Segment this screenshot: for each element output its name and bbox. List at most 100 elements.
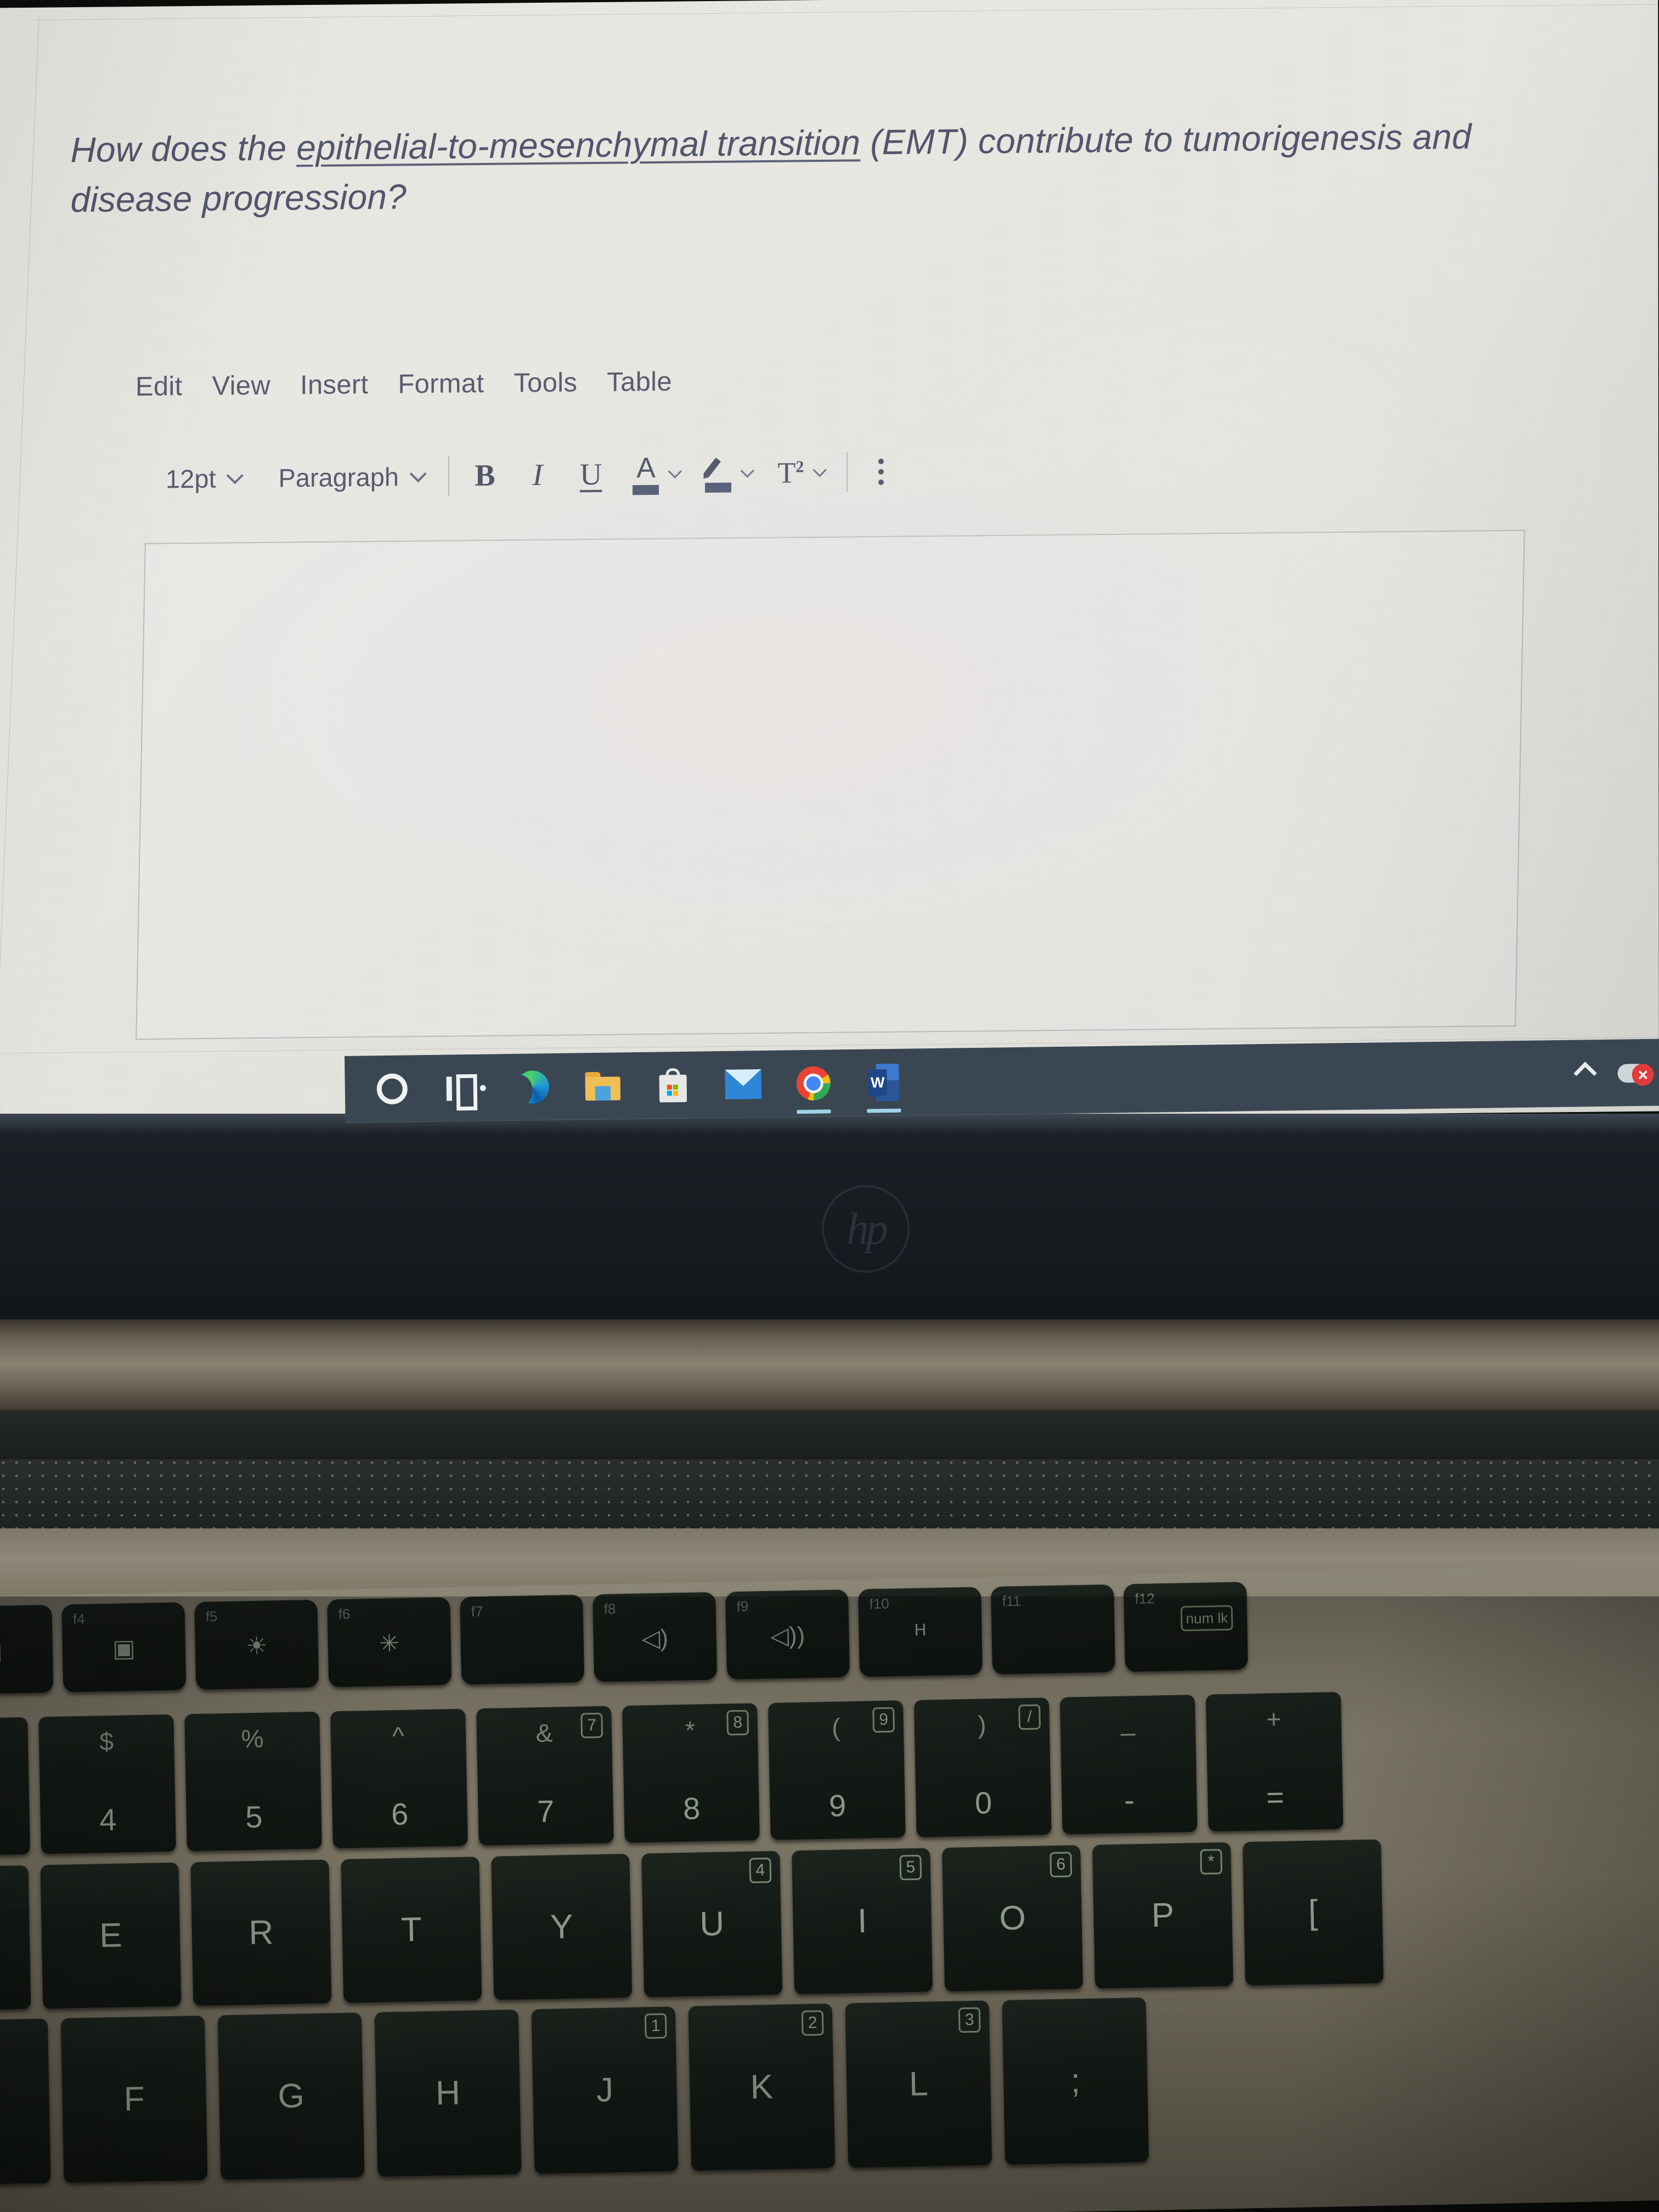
volume-down-icon: ◁): [641, 1624, 669, 1652]
bold-button[interactable]: B: [466, 458, 504, 493]
chevron-down-icon[interactable]: [812, 463, 827, 477]
key-9[interactable]: ( 9 9: [768, 1700, 906, 1840]
file-explorer-icon: [585, 1071, 621, 1101]
key-8[interactable]: * 8 8: [622, 1703, 760, 1843]
keyboard-number-row: # 3 $ 4 % 5 ^ 6 & 7 7 * 8: [0, 1691, 1344, 1857]
key-f12[interactable]: f12 num lk: [1123, 1582, 1248, 1672]
key-L[interactable]: L 3: [845, 2000, 992, 2168]
menu-item-edit[interactable]: Edit: [136, 371, 183, 402]
key-bracket-left[interactable]: [: [1243, 1839, 1384, 1986]
taskbar-item-file-explorer[interactable]: [567, 1052, 639, 1120]
font-size-dropdown[interactable]: 12pt: [156, 463, 249, 494]
taskbar-item-cortana[interactable]: [357, 1055, 428, 1123]
key-O[interactable]: O 6: [942, 1845, 1084, 1991]
menu-item-tools[interactable]: Tools: [514, 367, 577, 398]
brightness-up-icon: ✳: [379, 1630, 400, 1657]
chevron-down-icon[interactable]: [740, 464, 755, 478]
numpad-overlay-label: 5: [899, 1854, 922, 1881]
key-minus[interactable]: _ -: [1059, 1695, 1198, 1835]
bezel-highlight: [0, 1114, 1659, 1136]
superscript-button[interactable]: T2: [770, 456, 830, 489]
taskbar-item-chrome[interactable]: [778, 1049, 849, 1118]
key-7[interactable]: & 7 7: [476, 1706, 614, 1846]
taskbar-item-edge[interactable]: [497, 1053, 568, 1121]
highlight-color-swatch: [705, 482, 732, 493]
key-P[interactable]: P *: [1092, 1842, 1234, 1989]
text-color-button[interactable]: A: [625, 452, 685, 495]
key-f7[interactable]: f7: [460, 1594, 585, 1685]
bold-icon: B: [475, 458, 495, 493]
editor-toolbar: 12pt Paragraph B I U A T2: [156, 447, 898, 504]
taskbar-item-mail[interactable]: [708, 1051, 779, 1119]
toolbar-divider: [448, 456, 450, 496]
error-mark: ×: [1632, 1063, 1654, 1086]
key-H[interactable]: H: [374, 2009, 522, 2177]
numpad-overlay-label: 7: [580, 1712, 603, 1739]
chevron-down-icon: [227, 467, 244, 484]
kebab-menu-icon: [878, 458, 884, 465]
key-Y[interactable]: Y: [491, 1853, 633, 2000]
laptop-screen: How does the epithelial-to-mesenchymal t…: [0, 0, 1659, 1127]
numpad-overlay-label: 2: [801, 2010, 824, 2036]
key-K[interactable]: K 2: [688, 2003, 836, 2171]
key-f6[interactable]: f6 ✳: [327, 1597, 452, 1688]
key-D[interactable]: D: [0, 2018, 51, 2186]
taskbar-item-word[interactable]: W: [848, 1048, 919, 1116]
key-equals[interactable]: + =: [1205, 1691, 1344, 1832]
key-5[interactable]: % 5: [184, 1711, 322, 1852]
text-color-icon: A: [633, 452, 659, 495]
key-0[interactable]: ) 0 /: [913, 1697, 1052, 1837]
key-I[interactable]: I 5: [792, 1848, 933, 1995]
key-f4[interactable]: f4 ▣: [61, 1602, 187, 1692]
key-T[interactable]: T: [341, 1857, 482, 2003]
key-R[interactable]: R: [190, 1859, 332, 2006]
question-prompt: How does the epithelial-to-mesenchymal t…: [70, 111, 1590, 225]
volume-up-icon: ◁)): [770, 1622, 805, 1650]
key-semicolon[interactable]: ;: [1002, 1997, 1149, 2165]
chevron-down-icon[interactable]: [668, 464, 682, 479]
menu-item-view[interactable]: View: [212, 370, 270, 402]
key-G[interactable]: G: [217, 2012, 365, 2180]
italic-button[interactable]: I: [518, 458, 557, 492]
highlight-color-button[interactable]: [697, 454, 758, 493]
key-U[interactable]: U 4: [641, 1850, 783, 1997]
project-screen-icon: ▣: [112, 1635, 136, 1663]
block-format-dropdown[interactable]: Paragraph: [268, 461, 432, 493]
key-f8[interactable]: f8 ◁): [592, 1592, 718, 1683]
running-indicator: [797, 1109, 831, 1114]
key-f3[interactable]: f3 ▤: [0, 1605, 54, 1695]
editor-text-area[interactable]: [136, 529, 1525, 1040]
microphone-mute-icon: ᴴ: [915, 1620, 926, 1647]
key-3[interactable]: # 3: [0, 1717, 31, 1857]
key-E[interactable]: E: [40, 1862, 182, 2009]
cortana-icon: [376, 1073, 408, 1105]
more-options-button[interactable]: [864, 458, 898, 486]
menu-item-insert[interactable]: Insert: [300, 369, 368, 400]
key-J[interactable]: J 1: [531, 2006, 679, 2174]
hp-logo: hp: [822, 1185, 910, 1273]
cloud-error-icon[interactable]: ×: [1617, 1059, 1654, 1086]
key-F[interactable]: F: [60, 2015, 208, 2183]
underline-button[interactable]: U: [571, 458, 611, 492]
key-f9[interactable]: f9 ◁)): [725, 1589, 850, 1680]
taskbar-item-microsoft-store[interactable]: [637, 1051, 709, 1119]
content-panel-left-edge: [0, 17, 40, 1054]
word-letter: W: [868, 1069, 888, 1096]
question-term-link[interactable]: epithelial-to-mesenchymal transition: [296, 122, 860, 167]
laptop-keyboard: f3 ▤ f4 ▣ f5 ☀ f6 ✳ f7 f8 ◁): [0, 1563, 1659, 2212]
key-W[interactable]: W: [0, 1865, 31, 2012]
numpad-overlay-label: 8: [726, 1709, 749, 1736]
menu-item-table[interactable]: Table: [607, 366, 672, 398]
highlighter-pen-icon: [705, 454, 732, 493]
menu-item-format[interactable]: Format: [398, 368, 484, 400]
key-4[interactable]: $ 4: [38, 1714, 176, 1854]
running-indicator: [867, 1108, 901, 1113]
taskbar-item-task-view[interactable]: [427, 1054, 498, 1122]
key-f11[interactable]: f11: [991, 1584, 1116, 1675]
num-lock-icon: num lk: [1181, 1605, 1233, 1632]
chevron-up-icon[interactable]: [1573, 1062, 1597, 1085]
key-6[interactable]: ^ 6: [330, 1708, 468, 1849]
key-f10[interactable]: f10 ᴴ: [858, 1587, 983, 1677]
font-size-value: 12pt: [166, 464, 216, 494]
key-f5[interactable]: f5 ☀: [194, 1599, 319, 1690]
